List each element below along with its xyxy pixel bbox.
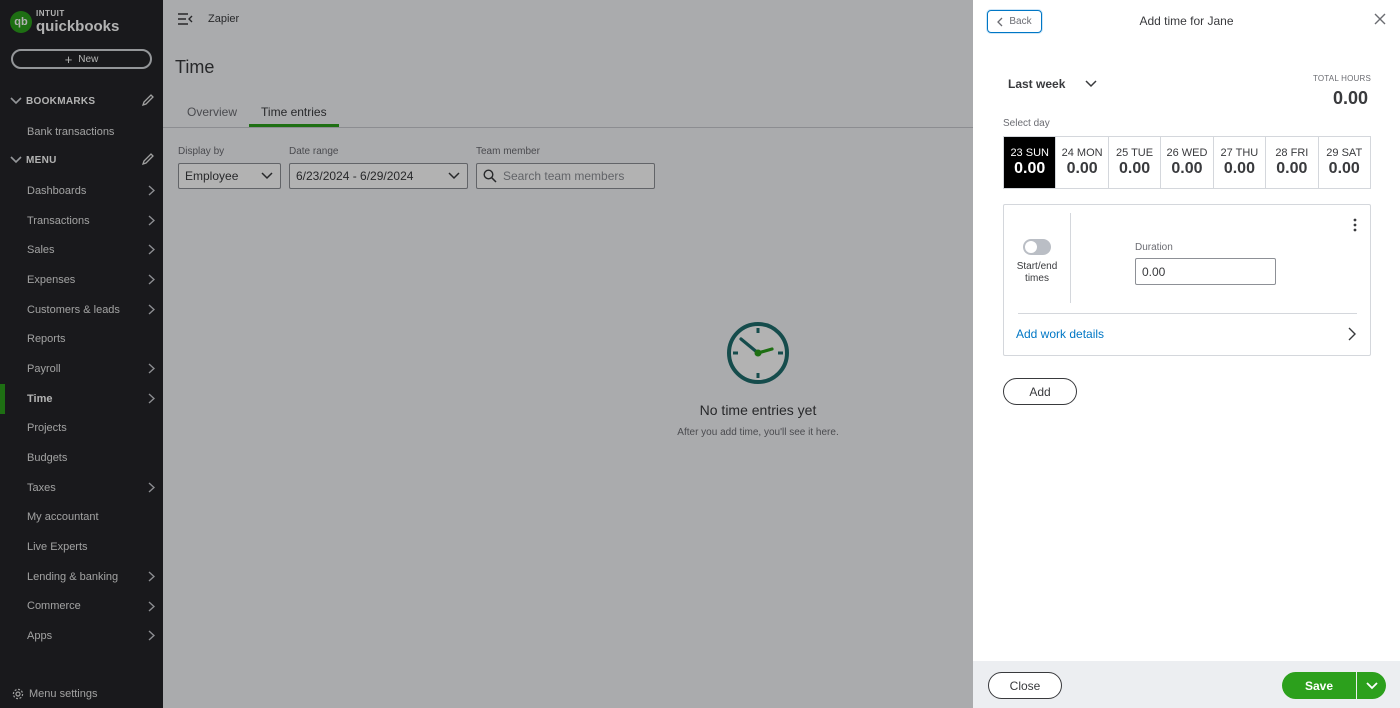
add-work-details-link[interactable]: Add work details bbox=[1016, 327, 1104, 341]
modal-backdrop[interactable] bbox=[0, 0, 973, 708]
day-option-tue[interactable]: 25 TUE 0.00 bbox=[1109, 137, 1162, 188]
chevron-down-icon bbox=[1085, 80, 1097, 88]
drawer-title: Add time for Jane bbox=[1139, 14, 1234, 28]
duration-input[interactable] bbox=[1135, 258, 1276, 285]
start-end-times-toggle[interactable] bbox=[1023, 239, 1051, 255]
day-option-sat[interactable]: 29 SAT 0.00 bbox=[1319, 137, 1370, 188]
select-day-label: Select day bbox=[1003, 118, 1050, 129]
day-option-thu[interactable]: 27 THU 0.00 bbox=[1214, 137, 1267, 188]
day-option-wed[interactable]: 26 WED 0.00 bbox=[1161, 137, 1214, 188]
total-hours-label: TOTAL HOURS bbox=[1312, 74, 1371, 83]
drawer-footer: Close Save bbox=[973, 661, 1400, 708]
save-button[interactable]: Save bbox=[1282, 672, 1356, 699]
close-button[interactable]: Close bbox=[988, 672, 1062, 699]
more-options-icon[interactable] bbox=[1353, 218, 1357, 232]
divider bbox=[1070, 213, 1071, 303]
duration-label: Duration bbox=[1135, 242, 1173, 253]
chevron-down-icon bbox=[1365, 681, 1378, 689]
add-button[interactable]: Add bbox=[1003, 378, 1077, 405]
add-time-drawer: Back Add time for Jane Last week TOTAL H… bbox=[973, 0, 1400, 708]
divider bbox=[1018, 313, 1357, 314]
day-option-fri[interactable]: 28 FRI 0.00 bbox=[1266, 137, 1319, 188]
week-selector-value: Last week bbox=[1008, 77, 1066, 91]
day-option-sun[interactable]: 23 SUN 0.00 bbox=[1004, 137, 1057, 188]
day-option-mon[interactable]: 24 MON 0.00 bbox=[1056, 137, 1109, 188]
save-options-button[interactable] bbox=[1357, 672, 1386, 699]
close-icon[interactable] bbox=[1374, 13, 1386, 25]
total-hours-value: 0.00 bbox=[1332, 88, 1368, 108]
chevron-right-icon[interactable] bbox=[1348, 327, 1356, 341]
day-selector: 23 SUN 0.00 24 MON 0.00 25 TUE 0.00 26 WED 0… bbox=[1003, 136, 1371, 189]
week-selector[interactable]: Last week bbox=[1008, 77, 1097, 91]
time-entry-card: Start/end times Duration Add work detail… bbox=[1003, 204, 1371, 356]
start-end-times-label: Start/end times bbox=[1016, 261, 1058, 284]
